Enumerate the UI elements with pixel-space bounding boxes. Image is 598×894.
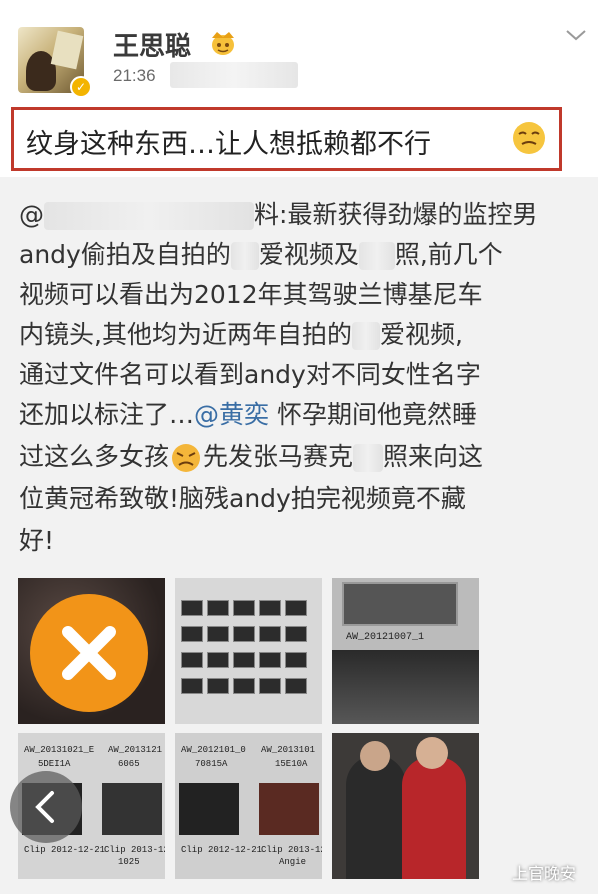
angry-emoji-icon: [172, 444, 201, 472]
verified-badge-icon: ✓: [70, 76, 92, 98]
smug-emoji-icon: [513, 122, 545, 154]
photo-thumbnail-5[interactable]: AW_2012101_0 70815A AW_2013101 15E10A Cl…: [175, 733, 322, 879]
crown-emoji-icon: [212, 32, 234, 55]
post-header: ✓ 王思聪 21:36: [0, 0, 598, 104]
retweet-line-1: @ 料:最新获得劲爆的监控男: [19, 200, 538, 230]
watermark: 上官晚安: [512, 864, 577, 883]
blurred-source: [170, 62, 298, 88]
chevron-left-icon: [35, 791, 54, 823]
mention-link[interactable]: @黄奕: [194, 400, 269, 429]
caption-text: 纹身这种东西…让人想抵赖都不行: [26, 129, 431, 160]
username[interactable]: 王思聪: [113, 26, 191, 63]
back-button[interactable]: [10, 771, 82, 843]
thumbnail-caption: AW_20121007_1: [346, 632, 425, 643]
photo-thumbnail-2[interactable]: [175, 578, 322, 724]
retweet-line-6: 还加以标注了…@黄奕 怀孕期间他竟然睡: [19, 400, 477, 429]
retweet-line-8: 位黄冠希致敬!脑残andy拍完视频竟不藏: [19, 484, 466, 513]
photo-thumbnail-3[interactable]: AW_20121007_1: [332, 578, 479, 724]
highlighted-caption: 纹身这种东西…让人想抵赖都不行: [11, 107, 562, 171]
x-icon[interactable]: [30, 594, 148, 712]
retweet-line-7: 过这么多女孩 先发张马赛克 照来向这: [19, 440, 483, 474]
retweet-line-3: 视频可以看出为2012年其驾驶兰博基尼车: [19, 280, 483, 309]
photo-thumbnail-6[interactable]: [332, 733, 479, 879]
post-time: 21:36: [113, 66, 156, 85]
retweet-line-2: andy偷拍及自拍的 爱视频及 照,前几个: [19, 240, 503, 270]
chevron-down-icon[interactable]: [564, 26, 588, 44]
retweet-line-5: 通过文件名可以看到andy对不同女性名字: [19, 360, 481, 389]
retweet-line-4: 内镜头,其他均为近两年自拍的 爱视频,: [19, 320, 463, 350]
retweet-line-9: 好!: [19, 526, 55, 555]
